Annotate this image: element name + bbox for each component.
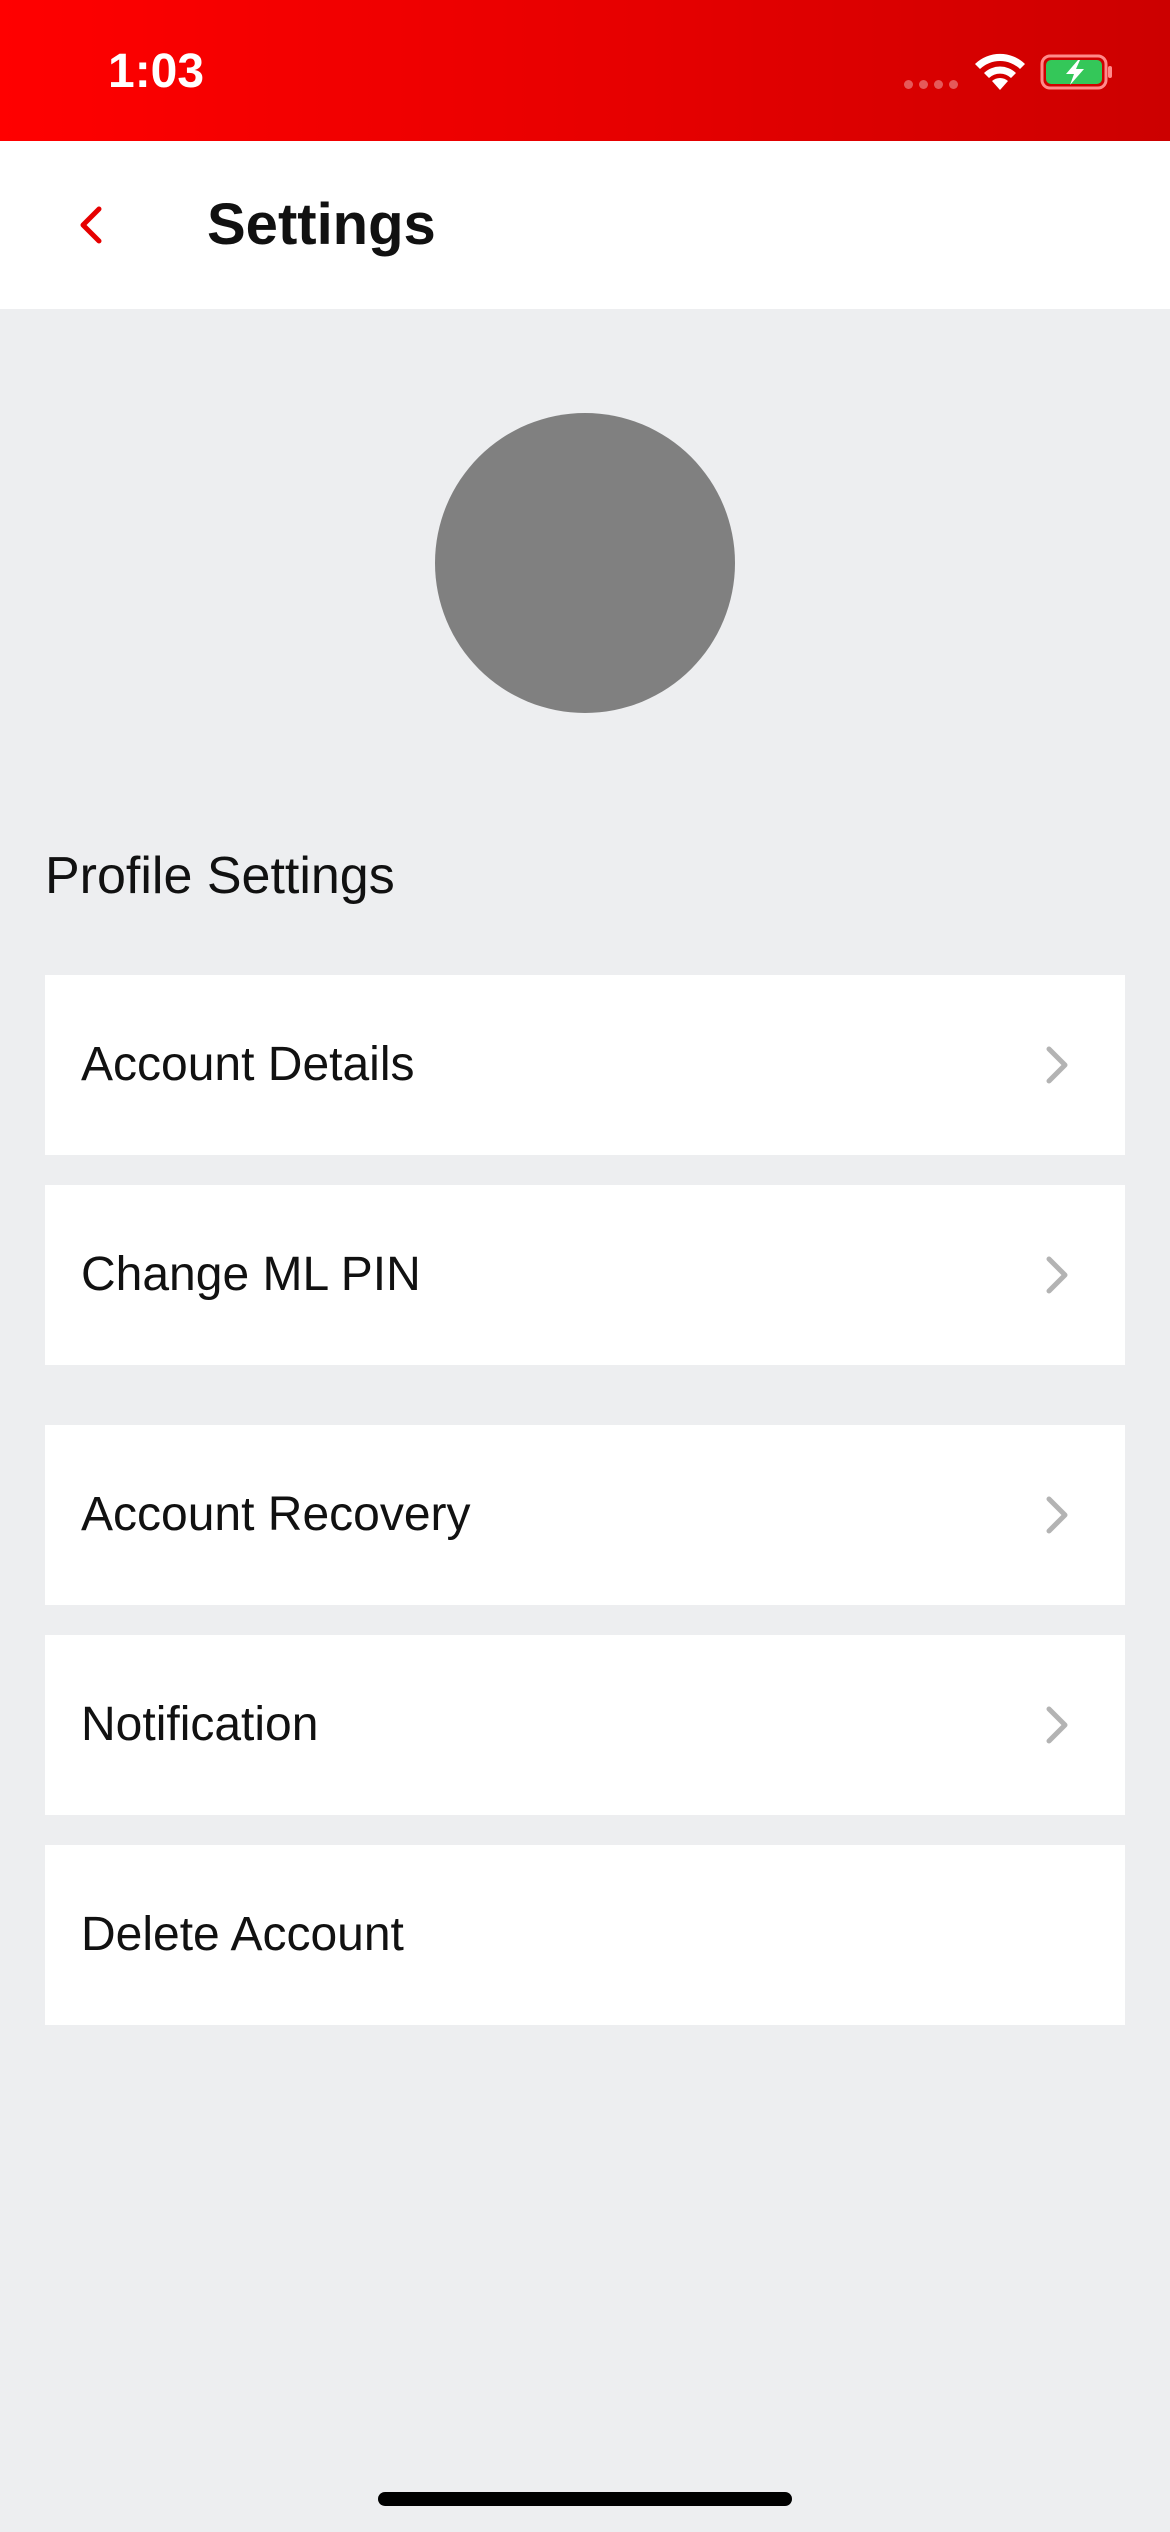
section-title: Profile Settings — [45, 847, 395, 905]
chevron-right-icon — [1046, 1496, 1068, 1534]
account-details-row[interactable]: Account Details — [45, 975, 1125, 1155]
page-title: Settings — [207, 192, 436, 257]
wifi-icon — [975, 53, 1025, 90]
delete-account-row[interactable]: Delete Account — [45, 1845, 1125, 2025]
status-time: 1:03 — [108, 45, 205, 98]
chevron-right-icon — [1046, 1256, 1068, 1294]
notification-row[interactable]: Notification — [45, 1635, 1125, 1815]
account-recovery-row[interactable]: Account Recovery — [45, 1425, 1125, 1605]
battery-charging-icon — [1040, 54, 1112, 90]
row-label: Change ML PIN — [81, 1248, 421, 1301]
chevron-right-icon — [1046, 1706, 1068, 1744]
row-label: Delete Account — [81, 1908, 404, 1961]
row-label: Account Recovery — [81, 1488, 471, 1541]
home-indicator — [378, 2492, 792, 2506]
back-button[interactable] — [60, 183, 120, 267]
cellular-signal-icon — [904, 80, 960, 90]
change-ml-pin-row[interactable]: Change ML PIN — [45, 1185, 1125, 1365]
status-bar: 1:03 — [0, 0, 1170, 141]
row-label: Notification — [81, 1698, 319, 1751]
row-label: Account Details — [81, 1038, 415, 1091]
chevron-left-icon — [80, 206, 102, 244]
chevron-right-icon — [1046, 1046, 1068, 1084]
nav-bar: Settings — [0, 141, 1170, 309]
avatar[interactable] — [435, 413, 735, 713]
